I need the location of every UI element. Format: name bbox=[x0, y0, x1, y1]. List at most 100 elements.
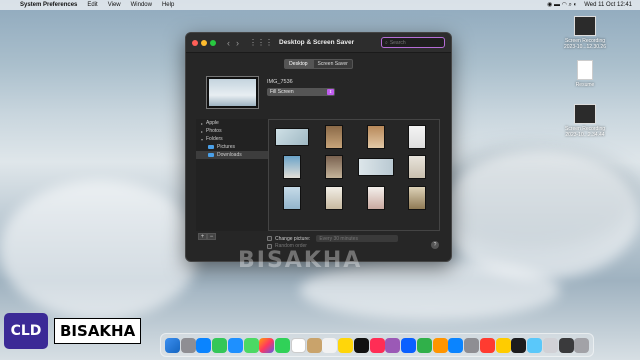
back-chevron-icon[interactable]: ‹ bbox=[227, 38, 230, 48]
image-thumbnail[interactable] bbox=[367, 125, 385, 149]
document-file-icon bbox=[577, 60, 593, 80]
finder-icon[interactable] bbox=[164, 337, 180, 353]
dock bbox=[160, 333, 594, 357]
desktop-screensaver-window: ‹ › ⋮⋮⋮ Desktop & Screen Saver ⌕ Search … bbox=[185, 32, 452, 262]
app-icon[interactable] bbox=[511, 337, 527, 353]
status-area: ◉ ▬ ◠ ⌕ ◐ Wed 11 Oct 12:41 bbox=[547, 1, 640, 9]
menu-window[interactable]: Window bbox=[131, 2, 152, 8]
image-thumbnail[interactable] bbox=[367, 186, 385, 210]
search-field[interactable]: ⌕ Search bbox=[381, 37, 445, 48]
wave-foam-left bbox=[0, 180, 200, 320]
safari-icon[interactable] bbox=[196, 337, 212, 353]
app-icon[interactable] bbox=[527, 337, 542, 353]
change-picture-checkbox[interactable] bbox=[267, 236, 272, 241]
search-icon: ⌕ bbox=[385, 39, 388, 46]
mail-icon[interactable] bbox=[227, 337, 243, 353]
forward-chevron-icon[interactable]: › bbox=[236, 38, 239, 48]
status-icons[interactable]: ◉ ▬ ◠ ⌕ ◐ bbox=[547, 1, 577, 9]
menu-app-name[interactable]: System Preferences bbox=[20, 2, 77, 8]
sidebar-item-label: Photos bbox=[206, 128, 222, 134]
desktop-icon-recording-2[interactable]: Screen Recording 2023-10...2.34.44 bbox=[560, 104, 610, 138]
notes-icon[interactable] bbox=[338, 337, 353, 353]
tab-bar: Desktop Screen Saver bbox=[186, 59, 451, 69]
sidebar-item-label: Downloads bbox=[217, 152, 242, 158]
desktop-icon-label: Screen Recording 2023-10...2.34.44 bbox=[564, 126, 606, 138]
tab-desktop[interactable]: Desktop bbox=[284, 59, 313, 69]
sidebar-item-pictures[interactable]: Pictures bbox=[196, 143, 268, 151]
image-thumbnail[interactable] bbox=[408, 186, 426, 210]
facetime-icon[interactable] bbox=[275, 337, 290, 353]
fill-mode-select[interactable]: Fill Screen ⇕ bbox=[267, 88, 335, 96]
sidebar-item-photos[interactable]: ▸ Photos bbox=[196, 127, 268, 135]
pages-icon[interactable] bbox=[432, 337, 448, 353]
source-sidebar: ▸ Apple ▸ Photos ▾ Folders Pictures Down… bbox=[196, 119, 268, 231]
change-picture-row: Change picture: Every 30 minutes bbox=[267, 235, 399, 242]
menu-edit[interactable]: Edit bbox=[87, 2, 97, 8]
desktop-icon-label: Resume bbox=[575, 82, 595, 88]
zoom-button[interactable] bbox=[210, 39, 216, 46]
image-thumbnail[interactable] bbox=[275, 128, 309, 146]
app-store-icon[interactable] bbox=[448, 337, 464, 353]
change-picture-label: Change picture: bbox=[275, 235, 311, 242]
close-button[interactable] bbox=[192, 39, 198, 46]
current-image-name: IMG_7536 bbox=[267, 79, 293, 85]
recent-stack-icon[interactable] bbox=[558, 337, 574, 353]
contacts-icon[interactable] bbox=[306, 337, 322, 353]
sidebar-item-label: Folders bbox=[206, 136, 223, 142]
image-thumbnail[interactable] bbox=[325, 125, 343, 149]
help-button[interactable]: ? bbox=[431, 241, 439, 249]
image-thumbnail[interactable] bbox=[283, 186, 301, 210]
image-thumbnail[interactable] bbox=[408, 155, 426, 179]
music-icon[interactable] bbox=[369, 337, 385, 353]
menu-help[interactable]: Help bbox=[162, 2, 174, 8]
image-thumbnail[interactable] bbox=[325, 155, 343, 179]
app-icon[interactable] bbox=[479, 337, 495, 353]
menu-view[interactable]: View bbox=[108, 2, 121, 8]
sidebar-item-label: Apple bbox=[206, 120, 219, 126]
desktop-icon-recording-1[interactable]: Screen Recording 2023-10...12.30.26 bbox=[560, 16, 610, 50]
menu-clock[interactable]: Wed 11 Oct 12:41 bbox=[584, 2, 632, 8]
numbers-icon[interactable] bbox=[416, 337, 432, 353]
photos-icon[interactable] bbox=[259, 337, 275, 353]
show-all-grid-icon[interactable]: ⋮⋮⋮ bbox=[249, 38, 273, 47]
video-file-icon bbox=[574, 104, 596, 124]
maps-icon[interactable] bbox=[243, 337, 259, 353]
sidebar-item-apple[interactable]: ▸ Apple bbox=[196, 119, 268, 127]
current-wallpaper-preview bbox=[206, 76, 259, 109]
brand-name: BISAKHA bbox=[54, 318, 142, 344]
downloads-stack-icon[interactable] bbox=[542, 337, 558, 353]
minimize-button[interactable] bbox=[201, 39, 207, 46]
folder-icon bbox=[208, 153, 214, 157]
desktop-icon-label: Screen Recording 2023-10...12.30.26 bbox=[564, 38, 606, 50]
search-placeholder: Search bbox=[389, 39, 406, 46]
title-bar: ‹ › ⋮⋮⋮ Desktop & Screen Saver ⌕ Search bbox=[186, 33, 451, 53]
channel-branding: CLD BISAKHA bbox=[4, 313, 142, 349]
messages-icon[interactable] bbox=[212, 337, 227, 353]
sidebar-item-label: Pictures bbox=[217, 144, 236, 150]
calendar-icon[interactable] bbox=[290, 337, 306, 353]
remove-folder-button[interactable]: − bbox=[207, 233, 216, 240]
image-thumbnail[interactable] bbox=[408, 125, 426, 149]
image-thumbnail[interactable] bbox=[358, 158, 394, 176]
chrome-icon[interactable] bbox=[495, 337, 511, 353]
image-thumbnail[interactable] bbox=[325, 186, 343, 210]
trash-icon[interactable] bbox=[574, 337, 590, 353]
podcasts-icon[interactable] bbox=[385, 337, 401, 353]
cld-logo: CLD bbox=[4, 313, 48, 349]
video-file-icon bbox=[574, 16, 596, 36]
menu-bar: System Preferences Edit View Window Help… bbox=[0, 0, 640, 10]
wallpaper-thumbnail bbox=[209, 79, 256, 106]
image-thumbnail[interactable] bbox=[283, 155, 301, 179]
tv-icon[interactable] bbox=[353, 337, 369, 353]
system-preferences-icon[interactable] bbox=[464, 337, 479, 353]
sidebar-item-folders[interactable]: ▾ Folders bbox=[196, 135, 268, 143]
add-folder-button[interactable]: + bbox=[198, 233, 207, 240]
desktop-icon-resume[interactable]: Resume bbox=[560, 60, 610, 88]
interval-select[interactable]: Every 30 minutes bbox=[316, 235, 399, 242]
launchpad-icon[interactable] bbox=[180, 337, 196, 353]
keynote-icon[interactable] bbox=[401, 337, 416, 353]
window-title: Desktop & Screen Saver bbox=[279, 39, 355, 46]
sidebar-item-downloads[interactable]: Downloads bbox=[196, 151, 268, 159]
tab-screen-saver[interactable]: Screen Saver bbox=[312, 59, 353, 69]
reminders-icon[interactable] bbox=[322, 337, 338, 353]
